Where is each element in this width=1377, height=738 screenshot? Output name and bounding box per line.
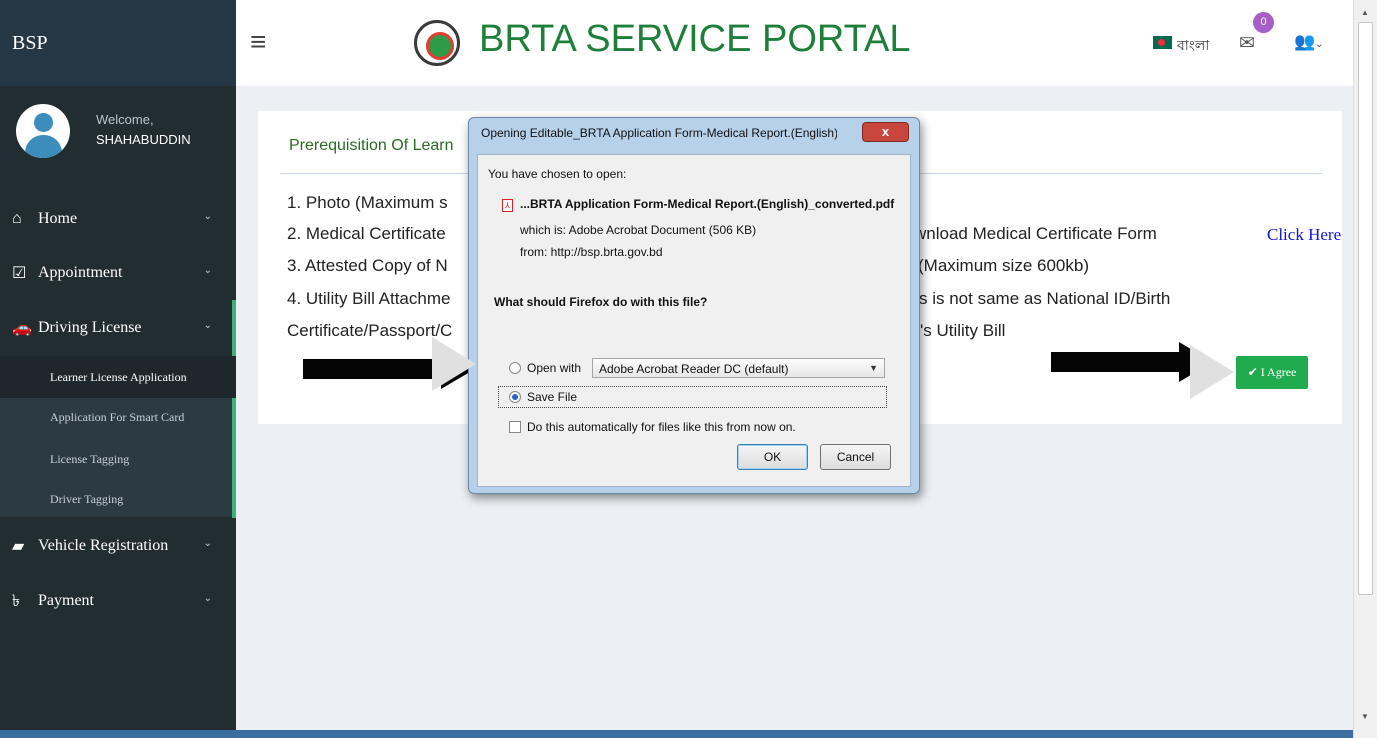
max-size-text: (Maximum size 600kb) [918, 256, 1089, 275]
sidebar-item-label: Appointment [38, 264, 123, 281]
home-icon: ⌂ [12, 210, 22, 227]
requirement-medical: 2. Medical Certificate [287, 224, 446, 243]
scrollbar-thumb[interactable] [1358, 22, 1373, 595]
submenu-application-for-smart-card[interactable]: Application For Smart Card [0, 396, 236, 438]
file-source: from: http://bsp.brta.gov.bd [520, 245, 663, 259]
taskbar [0, 730, 1353, 738]
save-file-radio[interactable] [509, 391, 521, 403]
sidebar-item-driving-license[interactable]: 🚗 Driving License ⌄ [0, 300, 236, 356]
open-with-radio[interactable] [509, 362, 521, 374]
sidebar: BSP Welcome, SHAHABUDDIN ⌂ Home ⌄ ☑ Appoint… [0, 0, 236, 738]
portal-title: BRTA SERVICE PORTAL [479, 18, 911, 60]
users-menu-icon[interactable]: 👥⌄ [1294, 32, 1324, 52]
language-toggle[interactable]: বাংলা [1177, 34, 1209, 58]
ok-button[interactable]: OK [737, 444, 808, 470]
cancel-button[interactable]: Cancel [820, 444, 891, 470]
chevron-down-icon: ⌄ [203, 593, 212, 604]
auto-checkbox[interactable] [509, 421, 521, 433]
download-dialog: Opening Editable_BRTA Application Form-M… [468, 117, 920, 494]
utility-bill-suffix: 's Utility Bill [920, 321, 1006, 340]
download-medical-text: wnload Medical Certificate Form [914, 224, 1157, 243]
sidebar-item-home[interactable]: ⌂ Home ⌄ [0, 191, 236, 247]
mail-count-badge: 0 [1253, 12, 1274, 33]
file-type: which is: Adobe Acrobat Document (506 KB… [520, 223, 757, 237]
chevron-down-icon: ⌄ [203, 538, 212, 549]
sidebar-item-vehicle-registration[interactable]: ▰ Vehicle Registration ⌄ [0, 518, 236, 574]
welcome-text: Welcome, [96, 112, 154, 127]
hamburger-menu-icon[interactable]: ≡ [250, 26, 266, 58]
bangladesh-flag-icon[interactable] [1153, 36, 1172, 49]
pdf-icon: ⅄ [502, 199, 513, 212]
username: SHAHABUDDIN [96, 132, 191, 147]
application-select[interactable]: Adobe Acrobat Reader DC (default) ▼ [592, 358, 885, 378]
brand-logo[interactable]: BSP [0, 0, 236, 86]
question-label: What should Firefox do with this file? [494, 295, 708, 309]
requirement-certificate: Certificate/Passport/C [287, 321, 453, 340]
chevron-down-icon: ⌄ [203, 265, 212, 276]
avatar [16, 104, 70, 158]
sidebar-item-payment[interactable]: ৳ Payment ⌄ [0, 573, 236, 629]
taka-icon: ৳ [12, 592, 20, 610]
application-value: Adobe Acrobat Reader DC (default) [599, 362, 789, 376]
open-with-label[interactable]: Open with [527, 361, 581, 375]
panel-title: Prerequisition Of Learn [289, 137, 454, 154]
checkbox-edit-icon: ☑ [12, 265, 27, 282]
click-here-link[interactable]: Click Here [1267, 225, 1341, 245]
dialog-title: Opening Editable_BRTA Application Form-M… [481, 126, 837, 140]
arrow-head-left [432, 337, 476, 391]
requirement-attested-copy: 3. Attested Copy of N [287, 256, 448, 275]
user-panel: Welcome, SHAHABUDDIN [0, 86, 236, 178]
scroll-up-icon[interactable]: ▲ [1361, 8, 1369, 17]
book-icon: ▰ [12, 538, 25, 555]
sidebar-item-label: Home [38, 210, 78, 227]
file-name: ...BRTA Application Form-Medical Report.… [520, 197, 895, 211]
utility-bill-note: s is not same as National ID/Birth [919, 289, 1171, 308]
close-button[interactable]: x [862, 122, 909, 142]
top-header: ≡ BRTA SERVICE PORTAL বাংলা ✉ 0 👥⌄ [236, 0, 1353, 86]
chevron-down-icon: ▼ [869, 363, 878, 373]
sidebar-item-appointment[interactable]: ☑ Appointment ⌄ [0, 245, 236, 301]
scroll-down-icon[interactable]: ▼ [1361, 712, 1369, 721]
arrow-annotation-left [297, 349, 475, 389]
brta-logo [414, 20, 460, 66]
i-agree-button[interactable]: ✔ I Agree [1236, 356, 1308, 389]
dialog-body: You have chosen to open: ⅄ ...BRTA Appli… [477, 154, 911, 487]
sidebar-item-label: Vehicle Registration [38, 537, 169, 554]
submenu-license-tagging[interactable]: License Tagging [0, 438, 236, 480]
sidebar-item-label: Payment [38, 592, 94, 609]
car-icon: 🚗 [12, 320, 32, 337]
sidebar-item-label: Driving License [38, 319, 142, 336]
save-file-label[interactable]: Save File [527, 390, 577, 404]
mail-icon[interactable]: ✉ [1239, 32, 1255, 55]
requirement-photo: 1. Photo (Maximum s [287, 193, 448, 212]
auto-label[interactable]: Do this automatically for files like thi… [527, 420, 796, 434]
page-scrollbar[interactable]: ▲ ▼ [1353, 0, 1377, 738]
requirement-utility-bill: 4. Utility Bill Attachme [287, 289, 451, 308]
arrow-annotation-right [1045, 342, 1213, 382]
chevron-down-icon: ⌄ [203, 320, 212, 331]
submenu-driver-tagging[interactable]: Driver Tagging [0, 478, 236, 520]
arrow-head-right [1190, 345, 1234, 399]
chosen-label: You have chosen to open: [488, 167, 627, 181]
submenu-learner-license-application[interactable]: Learner License Application [0, 356, 236, 398]
chevron-down-icon: ⌄ [203, 211, 212, 222]
